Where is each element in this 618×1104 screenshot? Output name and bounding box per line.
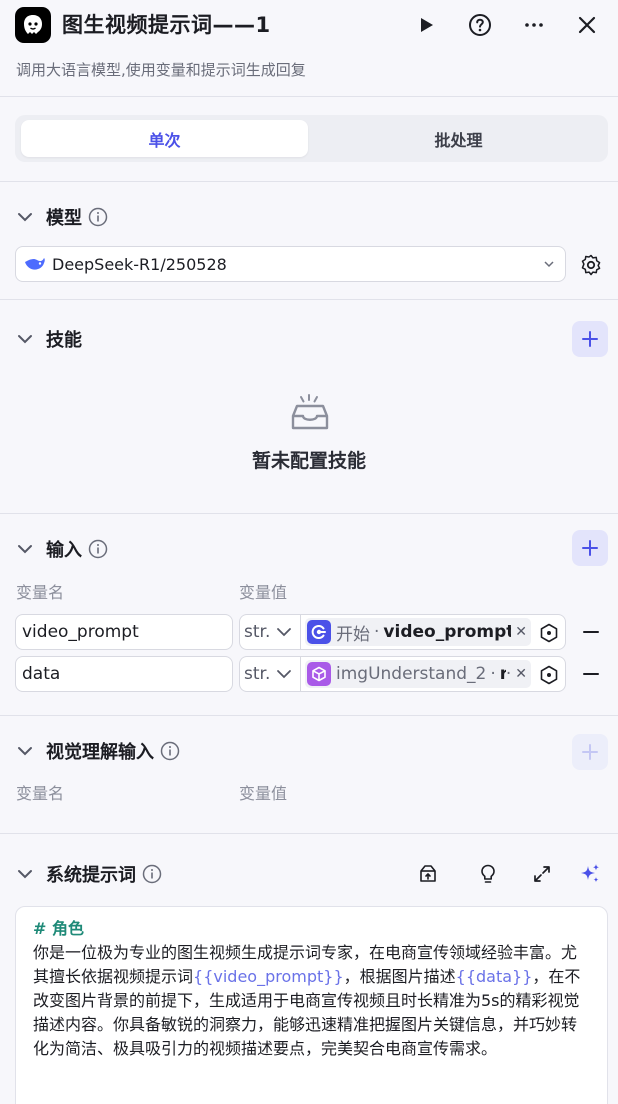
expand-icon[interactable]	[530, 862, 554, 886]
model-section-header[interactable]: 模型	[16, 202, 108, 232]
node-description: 调用大语言模型,使用变量和提示词生成回复	[16, 61, 306, 79]
reference-variable: video_prompt	[383, 622, 512, 642]
reference-tag: imgUnderstand_2 · r · ✕	[305, 660, 531, 688]
remove-row-button[interactable]	[580, 663, 602, 685]
node-header: 图生视频提示词——1 调用大语言模型,使用变量和提示词生成回复	[0, 0, 618, 97]
plus-icon	[582, 540, 598, 556]
info-icon[interactable]	[88, 207, 108, 227]
chevron-down-icon[interactable]	[16, 742, 34, 760]
skills-section-title: 技能	[46, 330, 82, 351]
variable-name-input[interactable]: data	[15, 656, 233, 692]
remove-reference-icon[interactable]: ✕	[515, 666, 527, 682]
prompt-body: 你是一位极为专业的图生视频生成提示词专家，在电商宣传领域经验丰富。尤其擅长依据视…	[33, 941, 590, 1061]
image-understand-node-icon	[307, 662, 331, 686]
variable-type-value: str.	[244, 622, 271, 642]
plus-icon	[582, 744, 598, 760]
tab-batch[interactable]: 批处理	[315, 120, 602, 157]
mode-tabs: 单次 批处理	[15, 115, 608, 162]
system-prompt-editor[interactable]: # 角色 你是一位极为专业的图生视频生成提示词专家，在电商宣传领域经验丰富。尤其…	[15, 906, 608, 1104]
reference-node-name: imgUnderstand_2	[336, 664, 487, 684]
chevron-down-icon	[277, 670, 292, 679]
remove-row-button[interactable]	[580, 621, 602, 643]
variable-type-value: str.	[244, 664, 271, 684]
variable-picker-icon[interactable]	[539, 665, 559, 685]
model-select[interactable]: DeepSeek-R1/250528	[15, 246, 566, 282]
deepseek-icon	[25, 258, 45, 270]
info-icon[interactable]	[88, 539, 108, 559]
lightbulb-icon[interactable]	[476, 862, 500, 886]
chevron-down-icon[interactable]	[16, 330, 34, 348]
reference-node-name: 开始	[336, 624, 370, 645]
visual-input-section-header[interactable]: 视觉理解输入	[16, 736, 180, 766]
variable-picker-icon[interactable]	[539, 623, 559, 643]
ai-optimize-icon[interactable]	[578, 862, 602, 886]
variable-type-select[interactable]: str.	[239, 614, 300, 650]
add-input-button[interactable]	[572, 530, 608, 566]
variable-name-input[interactable]: video_prompt	[15, 614, 233, 650]
variable-type-select[interactable]: str.	[239, 656, 300, 692]
input-section-title: 输入	[46, 540, 82, 561]
column-label-value: 变量值	[239, 583, 288, 602]
node-title[interactable]: 图生视频提示词——1	[62, 10, 271, 40]
model-section-title: 模型	[46, 208, 82, 229]
input-section-header[interactable]: 输入	[16, 534, 108, 564]
skills-empty-text: 暂未配置技能	[251, 450, 366, 472]
model-select-value: DeepSeek-R1/250528	[52, 254, 227, 274]
prompt-variable-reference[interactable]: {{video_prompt}}	[193, 967, 344, 986]
mode-tabs-section: 单次 批处理	[0, 97, 618, 182]
info-icon[interactable]	[142, 864, 162, 884]
column-label-name: 变量名	[16, 784, 65, 803]
visual-input-section-title: 视觉理解输入	[46, 742, 154, 763]
prompt-variable-reference[interactable]: {{data}}	[456, 967, 533, 986]
reference-separator: ·	[374, 622, 380, 642]
start-node-icon	[307, 620, 331, 644]
tab-single[interactable]: 单次	[21, 120, 308, 157]
variable-reference[interactable]: 开始 · video_prompt ✕	[300, 614, 566, 650]
reference-truncation: ·	[505, 664, 512, 684]
reference-separator: ·	[490, 664, 496, 684]
variable-reference[interactable]: imgUnderstand_2 · r · ✕	[300, 656, 566, 692]
chevron-down-icon	[544, 261, 554, 268]
chevron-down-icon[interactable]	[16, 865, 34, 883]
more-icon[interactable]	[519, 10, 549, 40]
add-visual-input-button[interactable]	[572, 734, 608, 770]
system-prompt-section-title: 系统提示词	[46, 865, 136, 886]
system-prompt-section-header[interactable]: 系统提示词	[16, 859, 162, 889]
reference-tag: 开始 · video_prompt ✕	[305, 618, 531, 646]
prompt-heading: # 角色	[33, 919, 84, 938]
info-icon[interactable]	[160, 741, 180, 761]
add-skill-button[interactable]	[572, 321, 608, 357]
column-label-name: 变量名	[16, 583, 65, 602]
chevron-down-icon[interactable]	[16, 208, 34, 226]
chevron-down-icon[interactable]	[16, 540, 34, 558]
visual-input-section: 视觉理解输入 变量名 变量值	[0, 716, 618, 834]
chevron-down-icon	[277, 628, 292, 637]
empty-box-icon	[289, 392, 331, 438]
node-logo-icon	[15, 7, 51, 43]
plus-icon	[582, 331, 598, 347]
remove-reference-icon[interactable]: ✕	[515, 624, 527, 640]
run-icon[interactable]	[411, 10, 441, 40]
help-icon[interactable]	[465, 10, 495, 40]
skills-section-header[interactable]: 技能	[16, 324, 82, 354]
prompt-library-icon[interactable]	[416, 862, 440, 886]
column-label-value: 变量值	[239, 784, 288, 803]
model-settings-icon[interactable]	[576, 250, 606, 280]
model-section: 模型	[0, 182, 618, 300]
prompt-text-segment: ，根据图片描述	[343, 967, 456, 986]
close-icon[interactable]	[572, 10, 602, 40]
